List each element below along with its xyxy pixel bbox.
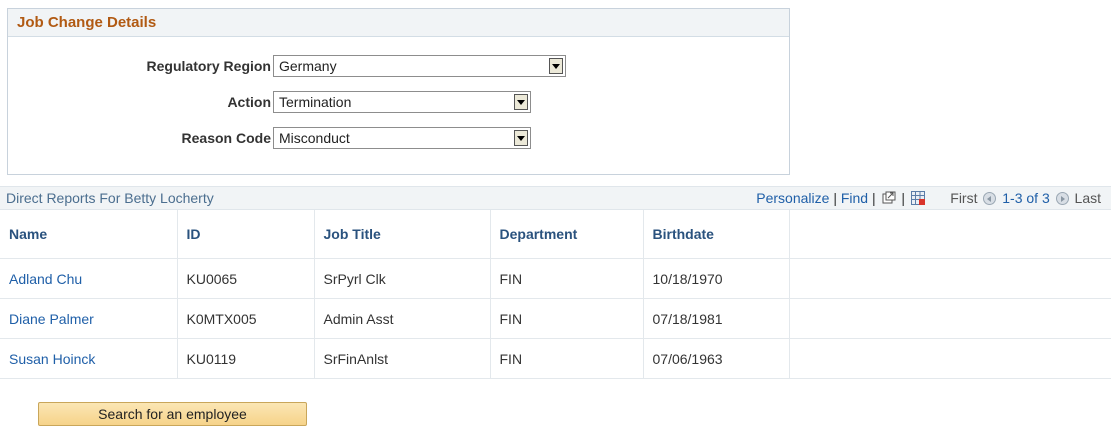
action-select[interactable]: Termination: [273, 91, 531, 113]
column-header-empty: [789, 210, 1111, 259]
separator: |: [871, 190, 876, 206]
action-value: Termination: [279, 94, 352, 110]
employee-id: KU0119: [177, 338, 315, 379]
employee-id: K0MTX005: [177, 298, 315, 339]
find-link[interactable]: Find: [841, 190, 868, 206]
search-employee-button[interactable]: Search for an employee: [38, 402, 307, 426]
regulatory-region-select[interactable]: Germany: [273, 55, 566, 77]
department: FIN: [490, 338, 644, 379]
column-header-id[interactable]: ID: [177, 210, 315, 259]
reason-code-select[interactable]: Misconduct: [273, 127, 531, 149]
birthdate: 10/18/1970: [643, 258, 790, 299]
table-row: Diane Palmer K0MTX005 Admin Asst FIN 07/…: [0, 298, 1111, 339]
new-window-icon[interactable]: [882, 191, 896, 205]
reason-code-label: Reason Code: [181, 130, 271, 146]
empty-cell: [789, 298, 1111, 339]
birthdate: 07/06/1963: [643, 338, 790, 379]
job-title: Admin Asst: [314, 298, 491, 339]
empty-cell: [789, 258, 1111, 299]
grid-caption: Direct Reports For Betty Locherty: [6, 190, 214, 206]
chevron-down-icon[interactable]: [549, 58, 563, 74]
department: FIN: [490, 258, 644, 299]
employee-name-link[interactable]: Diane Palmer: [0, 298, 178, 339]
direct-reports-grid: Direct Reports For Betty Locherty Person…: [0, 186, 1111, 379]
personalize-link[interactable]: Personalize: [756, 190, 829, 206]
panel-title: Job Change Details: [17, 14, 157, 31]
separator: |: [901, 190, 906, 206]
panel-header: Job Change Details: [8, 9, 789, 37]
regulatory-region-label: Regulatory Region: [146, 58, 271, 74]
employee-id: KU0065: [177, 258, 315, 299]
employee-name-link[interactable]: Adland Chu: [0, 258, 178, 299]
first-label: First: [950, 190, 978, 206]
job-change-details-panel: Job Change Details Regulatory Region Ger…: [7, 8, 790, 175]
spreadsheet-download-icon[interactable]: [910, 191, 925, 205]
employee-name-link[interactable]: Susan Hoinck: [0, 338, 178, 379]
row-range: 1-3 of 3: [1002, 190, 1050, 206]
column-header-name[interactable]: Name: [0, 210, 178, 259]
regulatory-region-value: Germany: [279, 58, 337, 74]
grid-tools: Personalize | Find | | First 1-3 of 3 La…: [756, 187, 1101, 209]
chevron-down-icon[interactable]: [514, 94, 528, 110]
last-label: Last: [1074, 190, 1101, 206]
birthdate: 07/18/1981: [643, 298, 790, 339]
next-icon[interactable]: [1055, 192, 1069, 205]
separator: |: [833, 190, 837, 206]
regulatory-region-row: Regulatory Region Germany: [8, 55, 791, 77]
job-title: SrFinAnlst: [314, 338, 491, 379]
chevron-down-icon[interactable]: [514, 130, 528, 146]
reason-code-value: Misconduct: [279, 130, 350, 146]
table-row: Susan Hoinck KU0119 SrFinAnlst FIN 07/06…: [0, 338, 1111, 379]
column-header-birthdate[interactable]: Birthdate: [643, 210, 790, 259]
column-header-department[interactable]: Department: [490, 210, 644, 259]
empty-cell: [789, 338, 1111, 379]
job-title: SrPyrl Clk: [314, 258, 491, 299]
previous-icon[interactable]: [983, 192, 997, 205]
table-row: Adland Chu KU0065 SrPyrl Clk FIN 10/18/1…: [0, 258, 1111, 299]
reason-code-row: Reason Code Misconduct: [8, 127, 791, 149]
column-header-job-title[interactable]: Job Title: [314, 210, 491, 259]
table-header-row: Name ID Job Title Department Birthdate: [0, 210, 1111, 259]
department: FIN: [490, 298, 644, 339]
action-label: Action: [227, 94, 271, 110]
action-row: Action Termination: [8, 91, 791, 113]
direct-reports-table: Name ID Job Title Department Birthdate A…: [0, 210, 1111, 379]
grid-navigation-bar: Direct Reports For Betty Locherty Person…: [0, 186, 1111, 210]
